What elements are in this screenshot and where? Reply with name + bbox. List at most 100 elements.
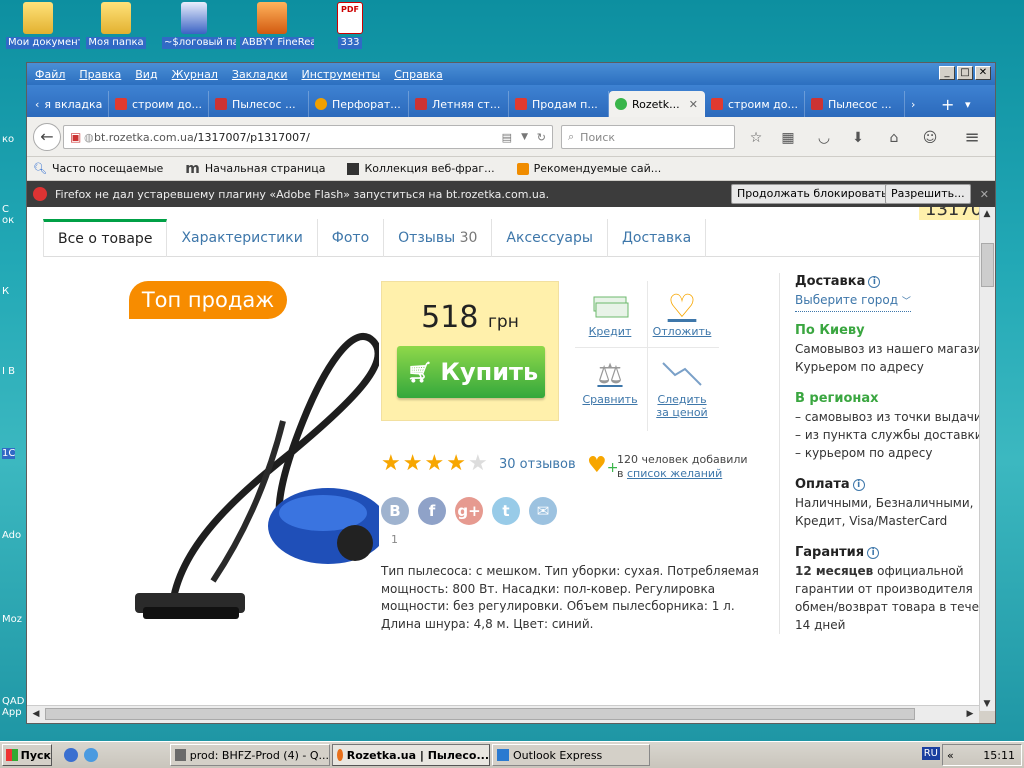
- bookmark-item[interactable]: 🔍︎ Часто посещаемые: [33, 162, 163, 175]
- media-player-icon[interactable]: [64, 748, 78, 762]
- tab-bar: ‹ я вкладка строим до... Пылесос ... Перф…: [27, 85, 995, 117]
- scroll-right-arrow-icon[interactable]: ▶: [963, 707, 977, 721]
- tab-delivery[interactable]: Доставка: [608, 219, 707, 257]
- facebook-share-icon[interactable]: f: [418, 497, 446, 525]
- taskbar-item-rozetka[interactable]: Rozetka.ua | Пылесо...: [332, 744, 490, 766]
- google-plus-share-icon[interactable]: g+: [455, 497, 483, 525]
- scroll-thumb[interactable]: [45, 708, 915, 720]
- menu-help[interactable]: Справка: [394, 68, 442, 81]
- credit-action[interactable]: Кредит: [575, 289, 645, 338]
- smiley-icon[interactable]: ☺: [921, 129, 939, 147]
- payment-methods: Кредит, Visa/MasterCard: [795, 514, 948, 528]
- tab-scroll-left[interactable]: ‹ я вкладка: [29, 91, 109, 117]
- price-value: 518 грн: [421, 300, 519, 335]
- wishlist-link[interactable]: список желаний: [627, 467, 722, 480]
- info-icon[interactable]: i: [867, 546, 880, 559]
- tab-photo[interactable]: Фото: [318, 219, 385, 257]
- back-button[interactable]: ←: [33, 123, 61, 151]
- tab-characteristics[interactable]: Характеристики: [167, 219, 318, 257]
- language-indicator[interactable]: RU: [921, 747, 940, 760]
- start-button[interactable]: Пуск: [2, 744, 52, 766]
- tab-scroll-right[interactable]: ›: [905, 91, 935, 117]
- tab-list-button[interactable]: ▾: [959, 91, 979, 117]
- tab-item[interactable]: Продам п...: [509, 91, 609, 117]
- reviews-link[interactable]: 30 отзывов: [499, 457, 576, 472]
- desktop-icon-pdf[interactable]: PDF 333: [318, 2, 382, 53]
- vk-share-icon[interactable]: В: [381, 497, 409, 525]
- url-bar[interactable]: ▣ ◍ bt.rozetka.com.ua/1317007/p1317007/ …: [63, 125, 553, 149]
- menu-history[interactable]: Журнал: [172, 68, 218, 81]
- wishlist-action[interactable]: ♡ Отложить: [647, 289, 717, 338]
- download-icon[interactable]: ⬇: [849, 129, 867, 147]
- menu-bar: Файл Правка Вид Журнал Закладки Инструме…: [27, 63, 995, 85]
- close-button[interactable]: ✕: [975, 66, 991, 80]
- allow-plugin-button[interactable]: Разрешить...: [885, 184, 971, 204]
- desktop-icon-my-documents[interactable]: Мои документы: [6, 2, 80, 53]
- tab-accessories[interactable]: Аксессуары: [492, 219, 608, 257]
- window-controls: _ □ ✕: [939, 66, 991, 80]
- tab-item[interactable]: строим до...: [109, 91, 209, 117]
- dropdown-arrow-icon[interactable]: ▼: [521, 132, 528, 142]
- house-favicon-icon: [811, 98, 823, 110]
- scroll-thumb[interactable]: [981, 243, 994, 287]
- choose-city-link[interactable]: Выберите город ﹀: [795, 291, 911, 312]
- maximize-button[interactable]: □: [957, 66, 973, 80]
- info-icon[interactable]: i: [852, 478, 865, 491]
- compare-action[interactable]: ⚖ Сравнить: [575, 357, 645, 406]
- reload-icon[interactable]: ↻: [537, 131, 546, 144]
- tab-item[interactable]: Летняя ст...: [409, 91, 509, 117]
- close-notification-icon[interactable]: ✕: [980, 188, 989, 201]
- olx-favicon-icon: [315, 98, 327, 110]
- taskbar-item-outlook[interactable]: Outlook Express: [492, 744, 650, 766]
- scroll-left-arrow-icon[interactable]: ◀: [29, 707, 43, 721]
- desktop-icon-word-doc[interactable]: ~$логовый пакет: [162, 2, 236, 53]
- clipboard-icon[interactable]: ▦: [779, 129, 797, 147]
- tab-reviews[interactable]: Отзывы 30: [384, 219, 493, 257]
- scroll-up-arrow-icon[interactable]: ▲: [980, 207, 994, 221]
- desktop-icon-abbyy[interactable]: ABBYY FineReader: [240, 2, 314, 53]
- product-image[interactable]: [123, 281, 379, 631]
- reader-view-icon[interactable]: ▤: [502, 131, 512, 144]
- horizontal-scrollbar[interactable]: ◀ ▶: [27, 705, 979, 723]
- vertical-scrollbar[interactable]: ▲ ▼: [979, 207, 995, 711]
- menu-edit[interactable]: Правка: [79, 68, 121, 81]
- star-bookmark-icon[interactable]: ☆: [747, 129, 765, 147]
- menu-file[interactable]: Файл: [35, 68, 65, 81]
- tray-expand-icon[interactable]: «: [947, 749, 954, 762]
- search-input[interactable]: ⌕ Поиск: [561, 125, 735, 149]
- tab-close-icon[interactable]: ✕: [689, 98, 698, 111]
- tab-item[interactable]: Пылесос ...: [805, 91, 905, 117]
- bookmark-item[interactable]: Коллекция веб-фраг...: [347, 162, 495, 175]
- buy-button[interactable]: 🛒︎ Купить: [397, 346, 545, 398]
- track-price-action[interactable]: Следить за ценой: [647, 357, 717, 419]
- folder-icon: [101, 2, 131, 34]
- desktop-icon-my-folder[interactable]: Моя папка: [84, 2, 148, 53]
- desktop-edge-label: Ado: [2, 530, 22, 541]
- twitter-share-icon[interactable]: t: [492, 497, 520, 525]
- internet-explorer-icon[interactable]: [84, 748, 98, 762]
- pocket-icon[interactable]: ◡: [815, 129, 833, 147]
- info-icon[interactable]: i: [868, 275, 881, 288]
- new-tab-button[interactable]: +: [935, 91, 959, 117]
- continue-blocking-button[interactable]: Продолжать блокировать: [731, 184, 894, 204]
- home-icon[interactable]: ⌂: [885, 129, 903, 147]
- tab-item[interactable]: Перфорат...: [309, 91, 409, 117]
- windows-logo-icon: [6, 749, 18, 761]
- bookmark-item[interactable]: Рекомендуемые сай...: [516, 162, 661, 175]
- menu-tools[interactable]: Инструменты: [302, 68, 381, 81]
- scroll-down-arrow-icon[interactable]: ▼: [980, 697, 994, 711]
- bookmark-item[interactable]: m Начальная страница: [185, 161, 325, 177]
- tab-item[interactable]: Пылесос ...: [209, 91, 309, 117]
- word-document-icon: [181, 2, 207, 34]
- rating-stars: ★ ★ ★ ★ ★: [381, 453, 488, 475]
- tab-rozetka-active[interactable]: Rozetk... ✕: [609, 91, 705, 117]
- region-option: – курьером по адресу: [795, 446, 933, 460]
- taskbar-item-prod[interactable]: prod: BHFZ-Prod (4) - Q...: [170, 744, 330, 766]
- tab-item[interactable]: строим до...: [705, 91, 805, 117]
- hamburger-menu-icon[interactable]: ≡: [963, 129, 981, 147]
- menu-bookmarks[interactable]: Закладки: [232, 68, 288, 81]
- email-share-icon[interactable]: ✉: [529, 497, 557, 525]
- menu-view[interactable]: Вид: [135, 68, 157, 81]
- tab-all-about-product[interactable]: Все о товаре: [43, 219, 168, 257]
- minimize-button[interactable]: _: [939, 66, 955, 80]
